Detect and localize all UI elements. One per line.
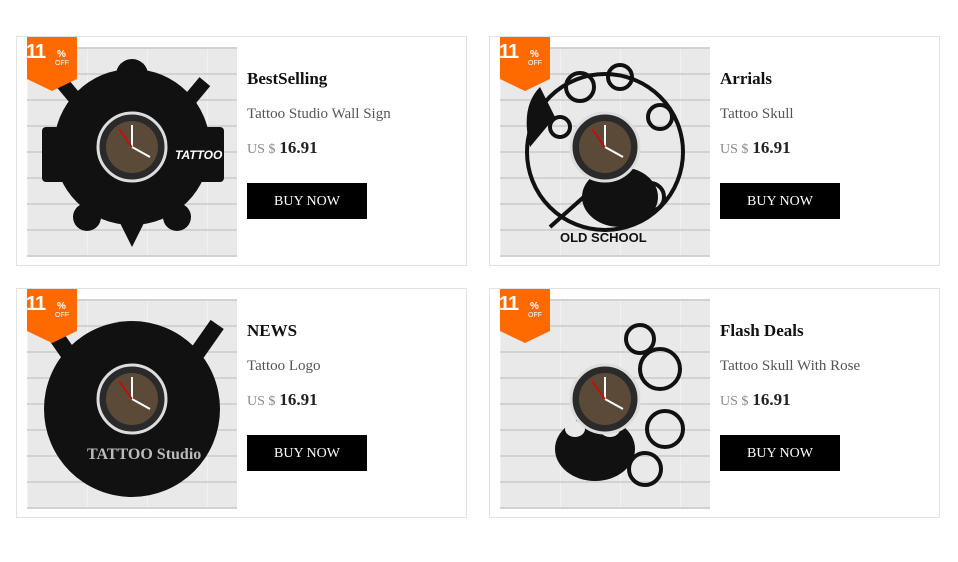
discount-percent: % [57,49,66,60]
discount-off: OFF [528,312,542,319]
discount-badge: 11 % OFF [490,37,550,91]
discount-off: OFF [55,60,69,67]
product-name[interactable]: Tattoo Skull [720,106,794,123]
product-price: US $ 16.91 [720,138,791,158]
discount-number: 11 [499,293,519,315]
price-currency: US $ [247,394,276,409]
discount-number: 11 [26,41,46,63]
discount-badge: 11 % OFF [490,289,550,343]
buy-now-button[interactable]: BUY NOW [247,183,367,219]
product-category: NEWS [247,321,298,340]
product-name[interactable]: Tattoo Skull With Rose [720,358,860,375]
price-currency: US $ [720,394,749,409]
product-category: Arrials [720,69,772,88]
product-card[interactable]: OLD SCHOOL 11 % OFF Arrials Tattoo Skull… [489,36,940,266]
product-price: US $ 16.91 [720,390,791,410]
buy-now-button[interactable]: BUY NOW [720,435,840,471]
discount-number: 11 [26,293,46,315]
price-value: 16.91 [279,138,318,157]
discount-off: OFF [528,60,542,67]
product-category: Flash Deals [720,321,804,340]
price-currency: US $ [247,142,276,157]
discount-percent: % [57,301,66,312]
discount-percent: % [530,49,539,60]
discount-percent: % [530,301,539,312]
product-grid: TATTOO 11 % OFF BestSelling Tattoo Studi… [16,36,942,520]
product-card[interactable]: 11 % OFF Flash Deals Tattoo Skull With R… [489,288,940,518]
buy-now-button[interactable]: BUY NOW [247,435,367,471]
buy-now-button[interactable]: BUY NOW [720,183,840,219]
discount-badge: 11 % OFF [17,37,77,91]
product-price: US $ 16.91 [247,138,318,158]
clock-text: TATTOO Studio [87,446,201,463]
discount-number: 11 [499,41,519,63]
product-category: BestSelling [247,69,328,88]
product-name[interactable]: Tattoo Studio Wall Sign [247,106,391,123]
price-value: 16.91 [752,390,791,409]
discount-badge: 11 % OFF [17,289,77,343]
clock-text: OLD SCHOOL [560,230,647,245]
clock-text: TATTOO [175,148,223,162]
product-name[interactable]: Tattoo Logo [247,358,321,375]
discount-off: OFF [55,312,69,319]
product-card[interactable]: TATTOO 11 % OFF BestSelling Tattoo Studi… [16,36,467,266]
price-value: 16.91 [752,138,791,157]
price-currency: US $ [720,142,749,157]
price-value: 16.91 [279,390,318,409]
product-price: US $ 16.91 [247,390,318,410]
product-card[interactable]: TATTOO Studio 11 % OFF NEWS Tattoo Logo … [16,288,467,518]
